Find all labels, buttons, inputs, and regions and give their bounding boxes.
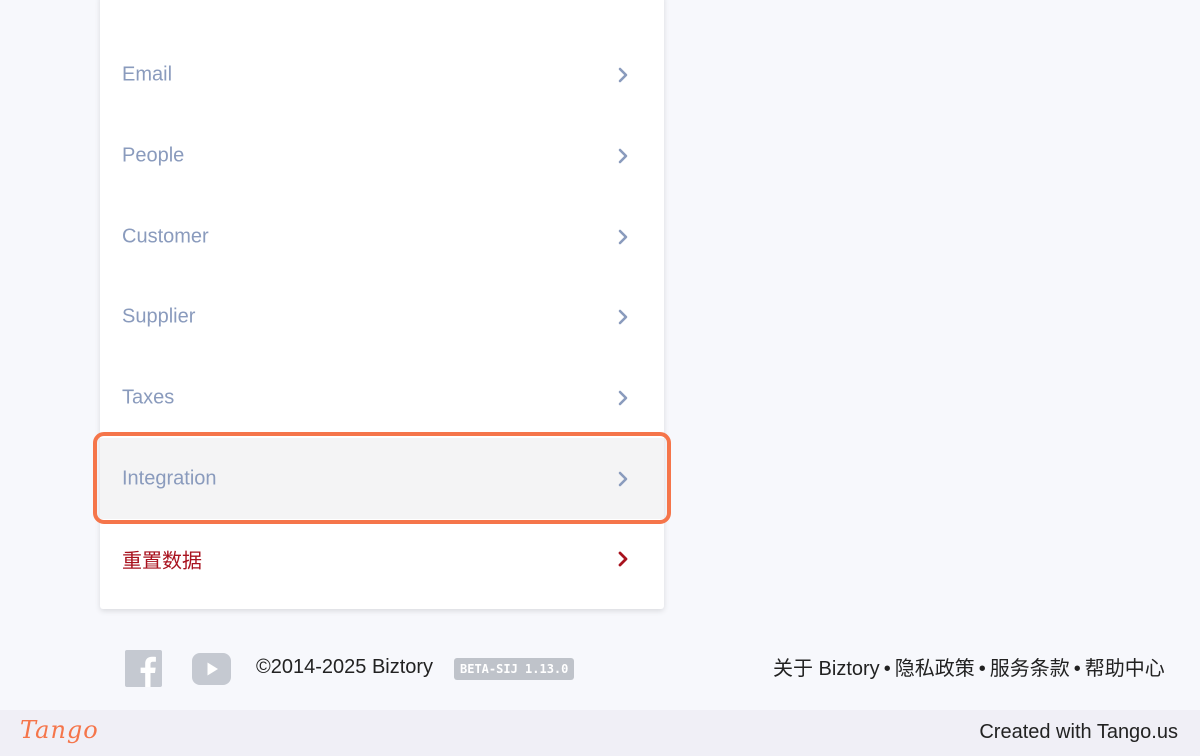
menu-item-label: Integration — [122, 467, 217, 489]
footer-link-help[interactable]: 帮助中心 — [1085, 658, 1165, 680]
menu-item-integration[interactable]: Integration — [100, 438, 664, 519]
chevron-right-icon — [618, 471, 628, 486]
footer-link-terms[interactable]: 服务条款 — [990, 658, 1070, 680]
menu-item-supplier[interactable]: Supplier — [100, 276, 664, 357]
chevron-right-icon — [618, 551, 628, 566]
page: Email People Customer Supplier Taxes Int… — [0, 0, 1200, 756]
chevron-right-icon — [618, 148, 628, 163]
tango-watermark-bar: Tango Created with Tango.us — [0, 710, 1200, 756]
chevron-right-icon — [618, 67, 628, 82]
menu-item-label: Email — [122, 63, 173, 85]
youtube-icon[interactable] — [192, 653, 231, 685]
version-badge: BETA-SIJ 1.13.0 — [454, 658, 575, 680]
chevron-right-icon — [618, 229, 628, 244]
tango-logo: Tango — [20, 716, 99, 744]
footer-link-privacy[interactable]: 隐私政策 — [895, 658, 975, 680]
menu-item-people[interactable]: People — [100, 115, 664, 196]
chevron-right-icon — [618, 390, 628, 405]
menu-item-taxes[interactable]: Taxes — [100, 357, 664, 438]
menu-item-label: People — [122, 144, 185, 166]
tango-credit: Created with Tango.us — [979, 721, 1178, 743]
menu-item-label: 重置数据 — [122, 550, 202, 572]
page-footer: ©2014-2025 Biztory BETA-SIJ 1.13.0 关于 Bi… — [0, 636, 1200, 702]
footer-link-about[interactable]: 关于 Biztory — [773, 658, 880, 680]
menu-item-email[interactable]: Email — [100, 34, 664, 115]
chevron-right-icon — [618, 309, 628, 324]
footer-link-separator: • — [883, 658, 891, 680]
menu-item-label: Customer — [122, 225, 209, 247]
footer-links: 关于 Biztory • 隐私政策 • 服务条款 • 帮助中心 — [773, 652, 1165, 681]
menu-item-label: Supplier — [122, 305, 196, 327]
copyright-text: ©2014-2025 Biztory — [256, 656, 434, 678]
facebook-icon[interactable] — [125, 650, 162, 687]
menu-item-customer[interactable]: Customer — [100, 196, 664, 277]
settings-menu-card: Email People Customer Supplier Taxes Int… — [100, 0, 664, 609]
menu-item-label: Taxes — [122, 386, 175, 408]
menu-item-reset-data[interactable]: 重置数据 — [100, 518, 664, 599]
footer-link-separator: • — [978, 658, 986, 680]
footer-link-separator: • — [1073, 658, 1081, 680]
